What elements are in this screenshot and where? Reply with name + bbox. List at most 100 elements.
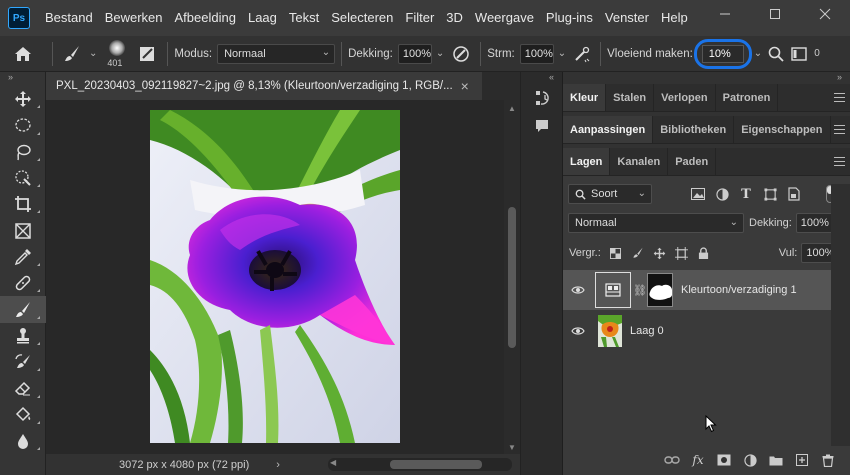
tab-paden[interactable]: Paden	[668, 148, 717, 175]
new-group-button[interactable]	[763, 455, 789, 466]
link-layers-button[interactable]	[659, 455, 685, 465]
new-layer-button[interactable]	[789, 454, 815, 466]
collapse-panels-icon[interactable]: »	[837, 72, 842, 82]
eraser-tool[interactable]	[0, 375, 46, 401]
airbrush-button[interactable]	[570, 45, 594, 63]
close-window-button[interactable]	[800, 0, 850, 28]
flow-input[interactable]: 100%	[519, 43, 554, 64]
tab-bibliotheken[interactable]: Bibliotheken	[653, 116, 735, 143]
layer-row[interactable]: ⛓ Kleurtoon/verzadiging 1	[563, 270, 831, 310]
link-icon[interactable]: ⛓	[633, 284, 647, 297]
lock-position-button[interactable]	[649, 247, 671, 260]
layer-name[interactable]: Laag 0	[630, 325, 664, 337]
eyedropper-tool[interactable]	[0, 244, 46, 270]
menu-filter[interactable]: Filter	[399, 0, 440, 36]
panel-menu-icon[interactable]	[834, 125, 845, 134]
menu-3d[interactable]: 3D	[440, 0, 469, 36]
panel-menu-icon[interactable]	[834, 93, 845, 102]
filter-pixel-button[interactable]	[686, 188, 710, 200]
chevron-down-icon[interactable]: ⌄	[436, 48, 444, 59]
mode-select[interactable]: Normaal ⌄	[217, 43, 336, 64]
menu-bewerken[interactable]: Bewerken	[99, 0, 169, 36]
menu-weergave[interactable]: Weergave	[469, 0, 540, 36]
frame-tool[interactable]	[0, 217, 46, 243]
lasso-tool[interactable]	[0, 139, 46, 165]
photoshop-logo[interactable]: Ps	[8, 7, 30, 29]
pressure-opacity-button[interactable]	[448, 45, 474, 63]
horizontal-scrollbar[interactable]: ◀	[328, 458, 512, 471]
comments-panel-button[interactable]	[521, 112, 563, 140]
delete-layer-button[interactable]	[815, 454, 841, 467]
menu-bestand[interactable]: Bestand	[39, 0, 99, 36]
filter-smart-object-button[interactable]	[782, 187, 806, 201]
close-tab-button[interactable]: ×	[461, 78, 469, 94]
lock-artboard-button[interactable]	[671, 246, 693, 260]
healing-brush-tool[interactable]	[0, 270, 46, 296]
angle-value[interactable]: 0	[814, 48, 820, 59]
collapse-icon[interactable]: «	[521, 72, 562, 84]
tab-verlopen[interactable]: Verlopen	[654, 84, 716, 111]
panel-menu-icon[interactable]	[834, 157, 845, 166]
blend-mode-select[interactable]: Normaal ⌄	[568, 213, 744, 233]
lock-all-button[interactable]	[693, 246, 715, 260]
home-button[interactable]	[0, 46, 46, 62]
filter-shape-button[interactable]	[758, 187, 782, 201]
visibility-toggle[interactable]	[563, 285, 593, 295]
menu-tekst[interactable]: Tekst	[283, 0, 325, 36]
lock-pixels-button[interactable]	[627, 247, 649, 259]
brush-size-preview[interactable]: 401	[101, 36, 133, 72]
menu-afbeelding[interactable]: Afbeelding	[169, 0, 242, 36]
layer-mask-thumbnail[interactable]	[647, 273, 673, 307]
history-brush-tool[interactable]	[0, 349, 46, 375]
brush-tool[interactable]	[0, 296, 46, 323]
scroll-up-arrow-icon[interactable]: ▲	[508, 104, 516, 113]
crop-tool[interactable]	[0, 191, 46, 217]
tab-kleur[interactable]: Kleur	[563, 84, 607, 111]
lock-transparency-button[interactable]	[605, 247, 627, 259]
workspace-button[interactable]	[786, 46, 812, 61]
brush-preset-button[interactable]	[59, 45, 85, 63]
scroll-left-arrow-icon[interactable]: ◀	[330, 458, 336, 467]
filter-kind-select[interactable]: Soort ⌄	[568, 184, 652, 204]
menu-venster[interactable]: Venster	[599, 0, 655, 36]
marquee-tool[interactable]	[0, 112, 46, 138]
filter-type-button[interactable]: T	[734, 187, 758, 202]
object-selection-tool[interactable]	[0, 165, 46, 191]
document-tab[interactable]: PXL_20230403_092119827~2.jpg @ 8,13% (Kl…	[46, 72, 482, 100]
tulip-photo[interactable]	[150, 110, 400, 443]
blur-tool[interactable]	[0, 428, 46, 454]
visibility-toggle[interactable]	[563, 326, 593, 336]
brush-settings-button[interactable]	[133, 46, 161, 62]
scroll-down-arrow-icon[interactable]: ▼	[508, 443, 516, 452]
layer-row[interactable]: Laag 0	[563, 311, 831, 351]
chevron-down-icon[interactable]: ⌄	[754, 48, 762, 59]
menu-selecteren[interactable]: Selecteren	[325, 0, 399, 36]
tab-patronen[interactable]: Patronen	[716, 84, 779, 111]
new-fill-adjustment-button[interactable]	[737, 453, 763, 467]
opacity-input[interactable]: 100%	[397, 43, 432, 64]
chevron-down-icon[interactable]: ⌄	[89, 48, 97, 59]
move-tool[interactable]	[0, 86, 46, 112]
tab-stalen[interactable]: Stalen	[606, 84, 655, 111]
vertical-scrollbar[interactable]: ▲ ▼	[504, 100, 520, 454]
menu-help[interactable]: Help	[655, 0, 694, 36]
chevron-down-icon[interactable]: ⌄	[558, 48, 566, 59]
tab-kanalen[interactable]: Kanalen	[610, 148, 669, 175]
tab-lagen[interactable]: Lagen	[563, 148, 611, 175]
maximize-button[interactable]	[750, 0, 800, 28]
tab-eigenschappen[interactable]: Eigenschappen	[734, 116, 831, 143]
status-menu-arrow[interactable]: ›	[276, 459, 280, 471]
menu-laag[interactable]: Laag	[242, 0, 283, 36]
clone-stamp-tool[interactable]	[0, 323, 46, 349]
layers-scrollbar[interactable]	[831, 184, 850, 446]
filter-adjustment-button[interactable]	[710, 187, 734, 201]
add-mask-button[interactable]	[711, 454, 737, 466]
layer-name[interactable]: Kleurtoon/verzadiging 1	[681, 284, 797, 296]
paint-bucket-tool[interactable]	[0, 402, 46, 428]
tab-aanpassingen[interactable]: Aanpassingen	[563, 116, 654, 143]
expand-toolbar-icon[interactable]: »	[0, 72, 45, 86]
menu-plugins[interactable]: Plug-ins	[540, 0, 599, 36]
minimize-button[interactable]	[700, 0, 750, 28]
history-panel-button[interactable]	[521, 84, 563, 112]
add-layer-style-button[interactable]: fx	[685, 453, 711, 467]
